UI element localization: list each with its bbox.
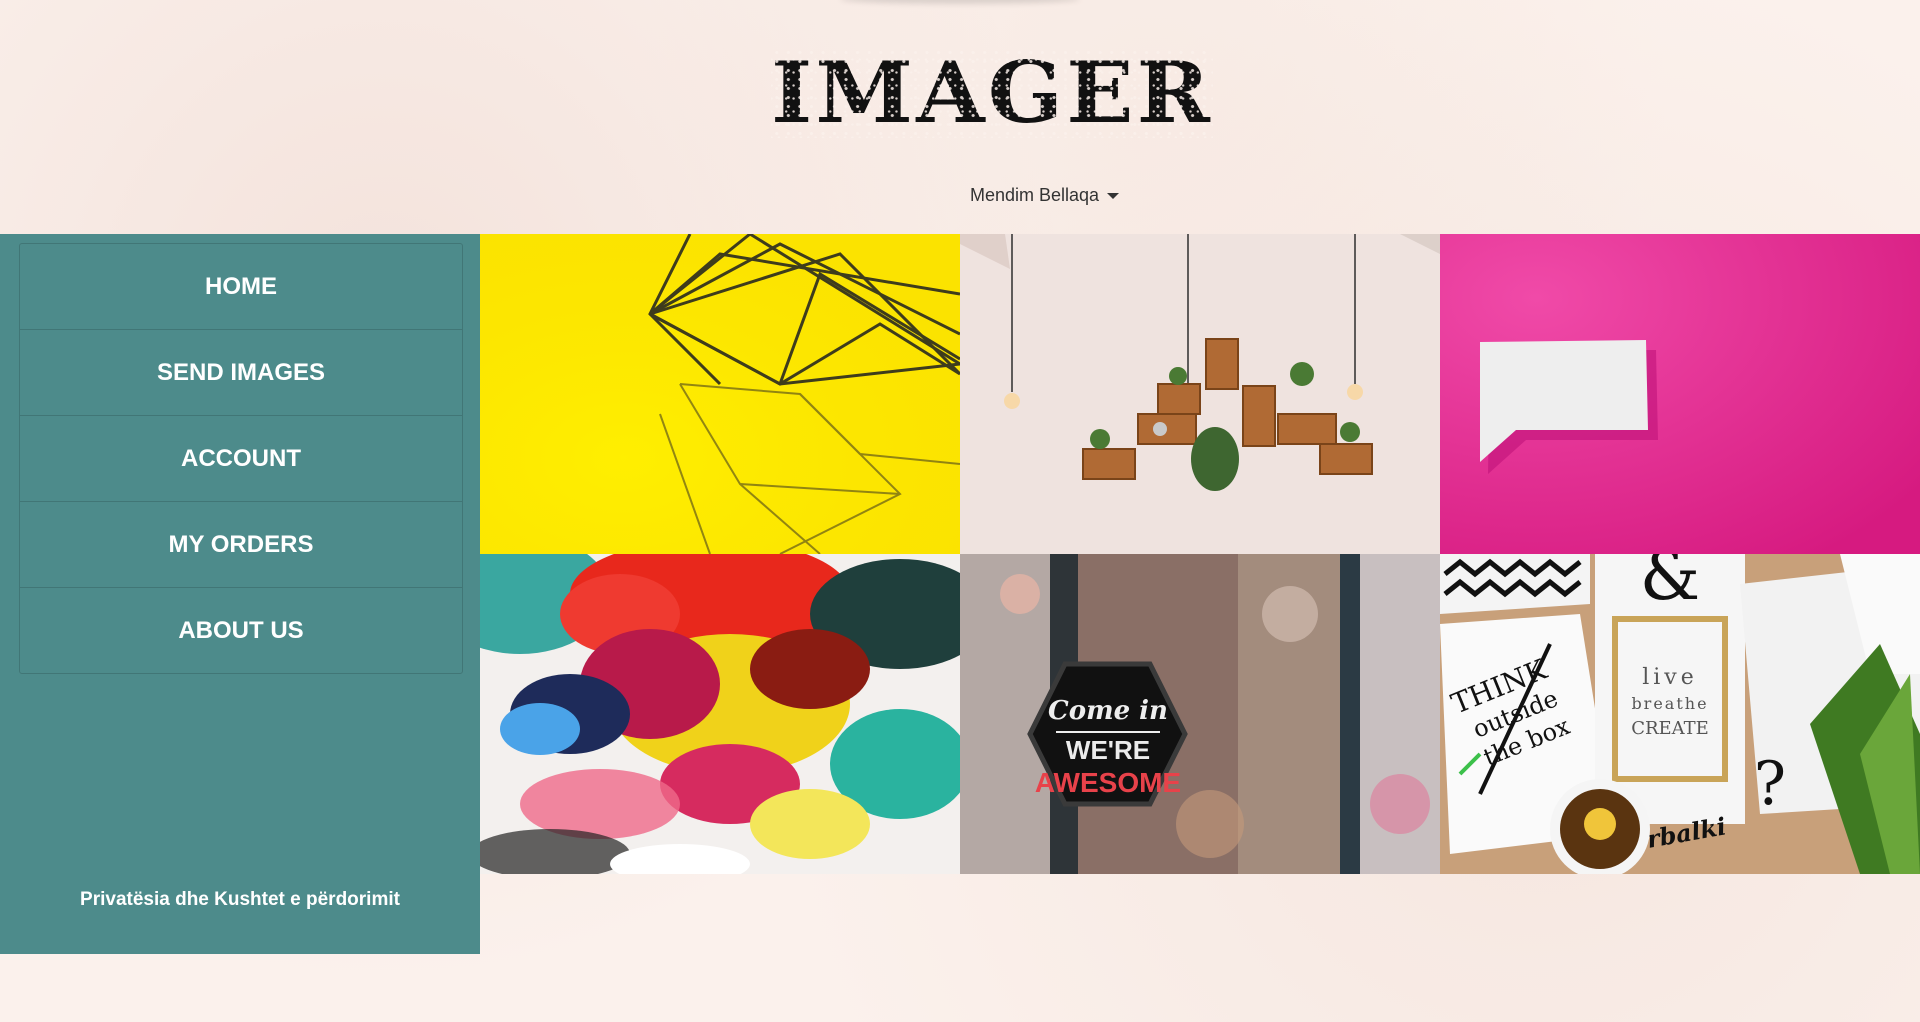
sidebar-item-send-images[interactable]: SEND IMAGES xyxy=(20,330,462,416)
gallery-image-speech-bubble[interactable] xyxy=(1440,234,1920,554)
wall-shelves-illustration xyxy=(960,234,1440,554)
typography-prints-illustration: & live breathe CREATE THINK outside the … xyxy=(1440,554,1920,874)
sidebar-item-about-us[interactable]: ABOUT US xyxy=(20,588,462,673)
gallery-image-typography-prints[interactable]: & live breathe CREATE THINK outside the … xyxy=(1440,554,1920,874)
gallery-image-yellow-geometric[interactable] xyxy=(480,234,960,554)
sidebar-item-account[interactable]: ACCOUNT xyxy=(20,416,462,502)
abstract-paint-illustration xyxy=(480,554,960,874)
user-menu-dropdown[interactable]: Mendim Bellaqa xyxy=(970,181,1120,209)
caret-down-icon xyxy=(1107,193,1120,199)
gallery-image-abstract-paint[interactable] xyxy=(480,554,960,874)
privacy-terms-link[interactable]: Privatësia dhe Kushtet e përdorimit xyxy=(0,889,480,911)
gallery-image-shop-sign[interactable]: Come in WE'RE AWESOME xyxy=(960,554,1440,874)
print-text-breathe: breathe xyxy=(1631,694,1708,713)
logo-text: IMAGER xyxy=(771,43,1214,142)
geometric-wire-illustration xyxy=(480,234,960,554)
speech-bubble-illustration xyxy=(1440,234,1920,554)
top-decoration xyxy=(840,0,1080,4)
print-text-live: live xyxy=(1642,665,1698,690)
sidebar-menu: HOME SEND IMAGES ACCOUNT MY ORDERS ABOUT… xyxy=(19,243,463,674)
sidebar: HOME SEND IMAGES ACCOUNT MY ORDERS ABOUT… xyxy=(0,234,480,954)
print-text-ampersand: & xyxy=(1640,554,1701,616)
sign-text-come-in: Come in xyxy=(1048,696,1168,726)
shop-sign-illustration: Come in WE'RE AWESOME xyxy=(960,554,1440,874)
sidebar-item-my-orders[interactable]: MY ORDERS xyxy=(20,502,462,588)
print-text-create: CREATE xyxy=(1631,718,1709,739)
sign-text-awesome: AWESOME xyxy=(1035,767,1181,798)
print-text-question: ? xyxy=(1754,749,1786,819)
gallery-image-wall-shelves[interactable] xyxy=(960,234,1440,554)
site-logo[interactable]: IMAGER xyxy=(771,48,1214,138)
image-gallery: Come in WE'RE AWESOME & live breathe CRE… xyxy=(480,234,1920,874)
user-name: Mendim Bellaqa xyxy=(970,184,1100,205)
sidebar-item-home[interactable]: HOME xyxy=(20,244,462,330)
sign-text-were: WE'RE xyxy=(1066,735,1150,765)
